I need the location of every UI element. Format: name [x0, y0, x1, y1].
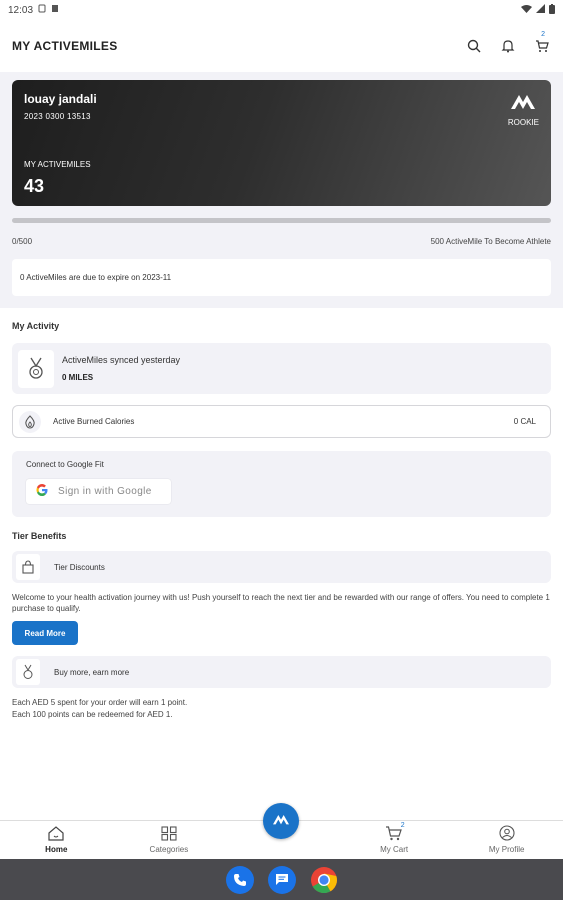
google-fit-card: Connect to Google Fit Sign in with Googl…: [12, 451, 551, 517]
member-number: 2023 0300 13513: [24, 112, 91, 121]
activity-section-title: My Activity: [12, 321, 60, 331]
status-bar: 12:03: [0, 0, 563, 20]
tier-badge: ROOKIE: [508, 92, 539, 127]
chrome-app-icon[interactable]: [310, 866, 338, 894]
buy-more-line-1: Each AED 5 spent for your order will ear…: [12, 698, 188, 707]
home-icon: [48, 825, 64, 843]
nav-home[interactable]: Home: [0, 821, 113, 858]
phone-app-icon[interactable]: [225, 865, 254, 894]
nav-profile[interactable]: My Profile: [450, 821, 563, 858]
bell-icon[interactable]: [499, 37, 517, 55]
system-dock: [0, 859, 563, 900]
search-icon[interactable]: [465, 37, 483, 55]
expiry-text: 0 ActiveMiles are due to expire on 2023-…: [20, 273, 172, 282]
discount-bag-icon: [16, 554, 40, 580]
synced-value: 0 MILES: [62, 373, 94, 382]
app-bar: MY ACTIVEMILES 2: [0, 24, 563, 68]
synced-card: ActiveMiles synced yesterday 0 MILES: [12, 343, 551, 394]
tier-progress-bar: [12, 218, 551, 223]
tier-discounts-row: Tier Discounts: [12, 551, 551, 583]
progress-target: 500 ActiveMile To Become Athlete: [430, 237, 551, 246]
signal-icon: [536, 4, 545, 16]
profile-icon: [499, 825, 515, 843]
nav-profile-label: My Profile: [488, 845, 525, 854]
brand-logo-icon: [510, 92, 536, 115]
flame-icon: [19, 410, 41, 433]
nav-categories-label: Categories: [149, 844, 189, 854]
wifi-icon: [521, 4, 532, 16]
expiry-notice: 0 ActiveMiles are due to expire on 2023-…: [12, 259, 551, 296]
nav-cart[interactable]: 2 My Cart: [338, 821, 451, 858]
progress-current: 0/500: [12, 237, 33, 246]
nav-cart-label: My Cart: [380, 844, 409, 854]
google-sign-in-label: Sign in with Google: [58, 486, 152, 497]
tier-discounts-description: Welcome to your health activation journe…: [12, 593, 550, 613]
cart-badge: 2: [541, 31, 545, 38]
activemiles-fab[interactable]: [263, 803, 299, 839]
calories-row: Active Burned Calories 0 CAL: [12, 405, 551, 438]
brand-logo-fab-icon: [272, 812, 290, 830]
calories-label: Active Burned Calories: [53, 417, 135, 426]
calories-value: 0 CAL: [513, 417, 536, 426]
buy-more-line-2: Each 100 points can be redeemed for AED …: [12, 710, 173, 719]
battery-icon: [549, 3, 555, 17]
cart-icon[interactable]: 2: [533, 31, 551, 55]
tier-benefits-title: Tier Benefits: [12, 531, 67, 541]
storage-icon: [51, 4, 59, 16]
notification-icon: [38, 4, 46, 16]
nav-categories[interactable]: Categories: [113, 821, 226, 858]
miles-label: MY ACTIVEMILES: [24, 160, 91, 169]
status-time: 12:03: [8, 4, 34, 16]
membership-card: louay jandali 2023 0300 13513 ROOKIE MY …: [12, 80, 551, 206]
buy-more-row: Buy more, earn more: [12, 656, 551, 688]
google-fit-label: Connect to Google Fit: [26, 460, 104, 469]
google-sign-in-button[interactable]: Sign in with Google: [26, 479, 171, 504]
medal-small-icon: [16, 659, 40, 685]
miles-value: 43: [24, 176, 45, 196]
grid-icon: [161, 825, 177, 843]
google-logo-icon: [36, 484, 48, 499]
member-name: louay jandali: [24, 92, 97, 106]
read-more-button[interactable]: Read More: [12, 621, 78, 645]
messages-app-icon[interactable]: [267, 865, 296, 894]
medal-icon: [18, 349, 54, 388]
page-title: MY ACTIVEMILES: [12, 39, 118, 53]
tier-label: ROOKIE: [507, 118, 539, 127]
tier-discounts-label: Tier Discounts: [54, 562, 105, 572]
buy-more-label: Buy more, earn more: [54, 667, 130, 677]
synced-label: ActiveMiles synced yesterday: [62, 355, 181, 365]
nav-home-label: Home: [45, 844, 68, 854]
nav-cart-badge: 2: [400, 822, 405, 829]
